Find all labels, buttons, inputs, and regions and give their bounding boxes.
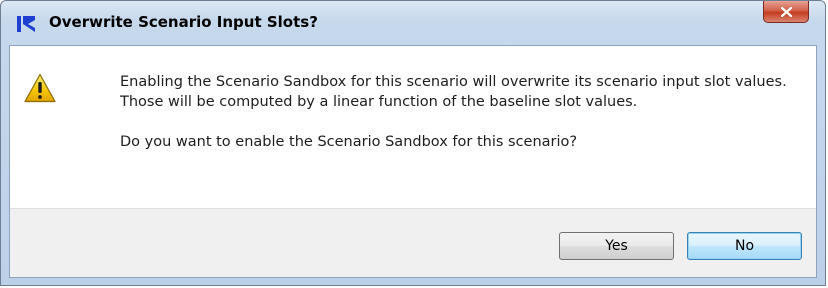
yes-button[interactable]: Yes [559,232,674,260]
dialog-window: Overwrite Scenario Input Slots? Enabling… [0,0,826,286]
window-title: Overwrite Scenario Input Slots? [49,13,318,31]
message-text: Enabling the Scenario Sandbox for this s… [120,72,800,152]
dialog-client-area: Enabling the Scenario Sandbox for this s… [9,45,817,278]
message-question: Do you want to enable the Scenario Sandb… [120,134,578,150]
title-bar[interactable]: Overwrite Scenario Input Slots? [1,1,825,37]
button-bar: Yes No [10,208,816,277]
message-body: Enabling the Scenario Sandbox for this s… [120,74,787,110]
riverware-logo-icon [17,16,35,32]
no-button[interactable]: No [687,232,802,260]
close-icon [781,7,792,17]
close-button[interactable] [763,1,809,23]
message-area: Enabling the Scenario Sandbox for this s… [10,46,816,208]
warning-icon [24,73,56,103]
